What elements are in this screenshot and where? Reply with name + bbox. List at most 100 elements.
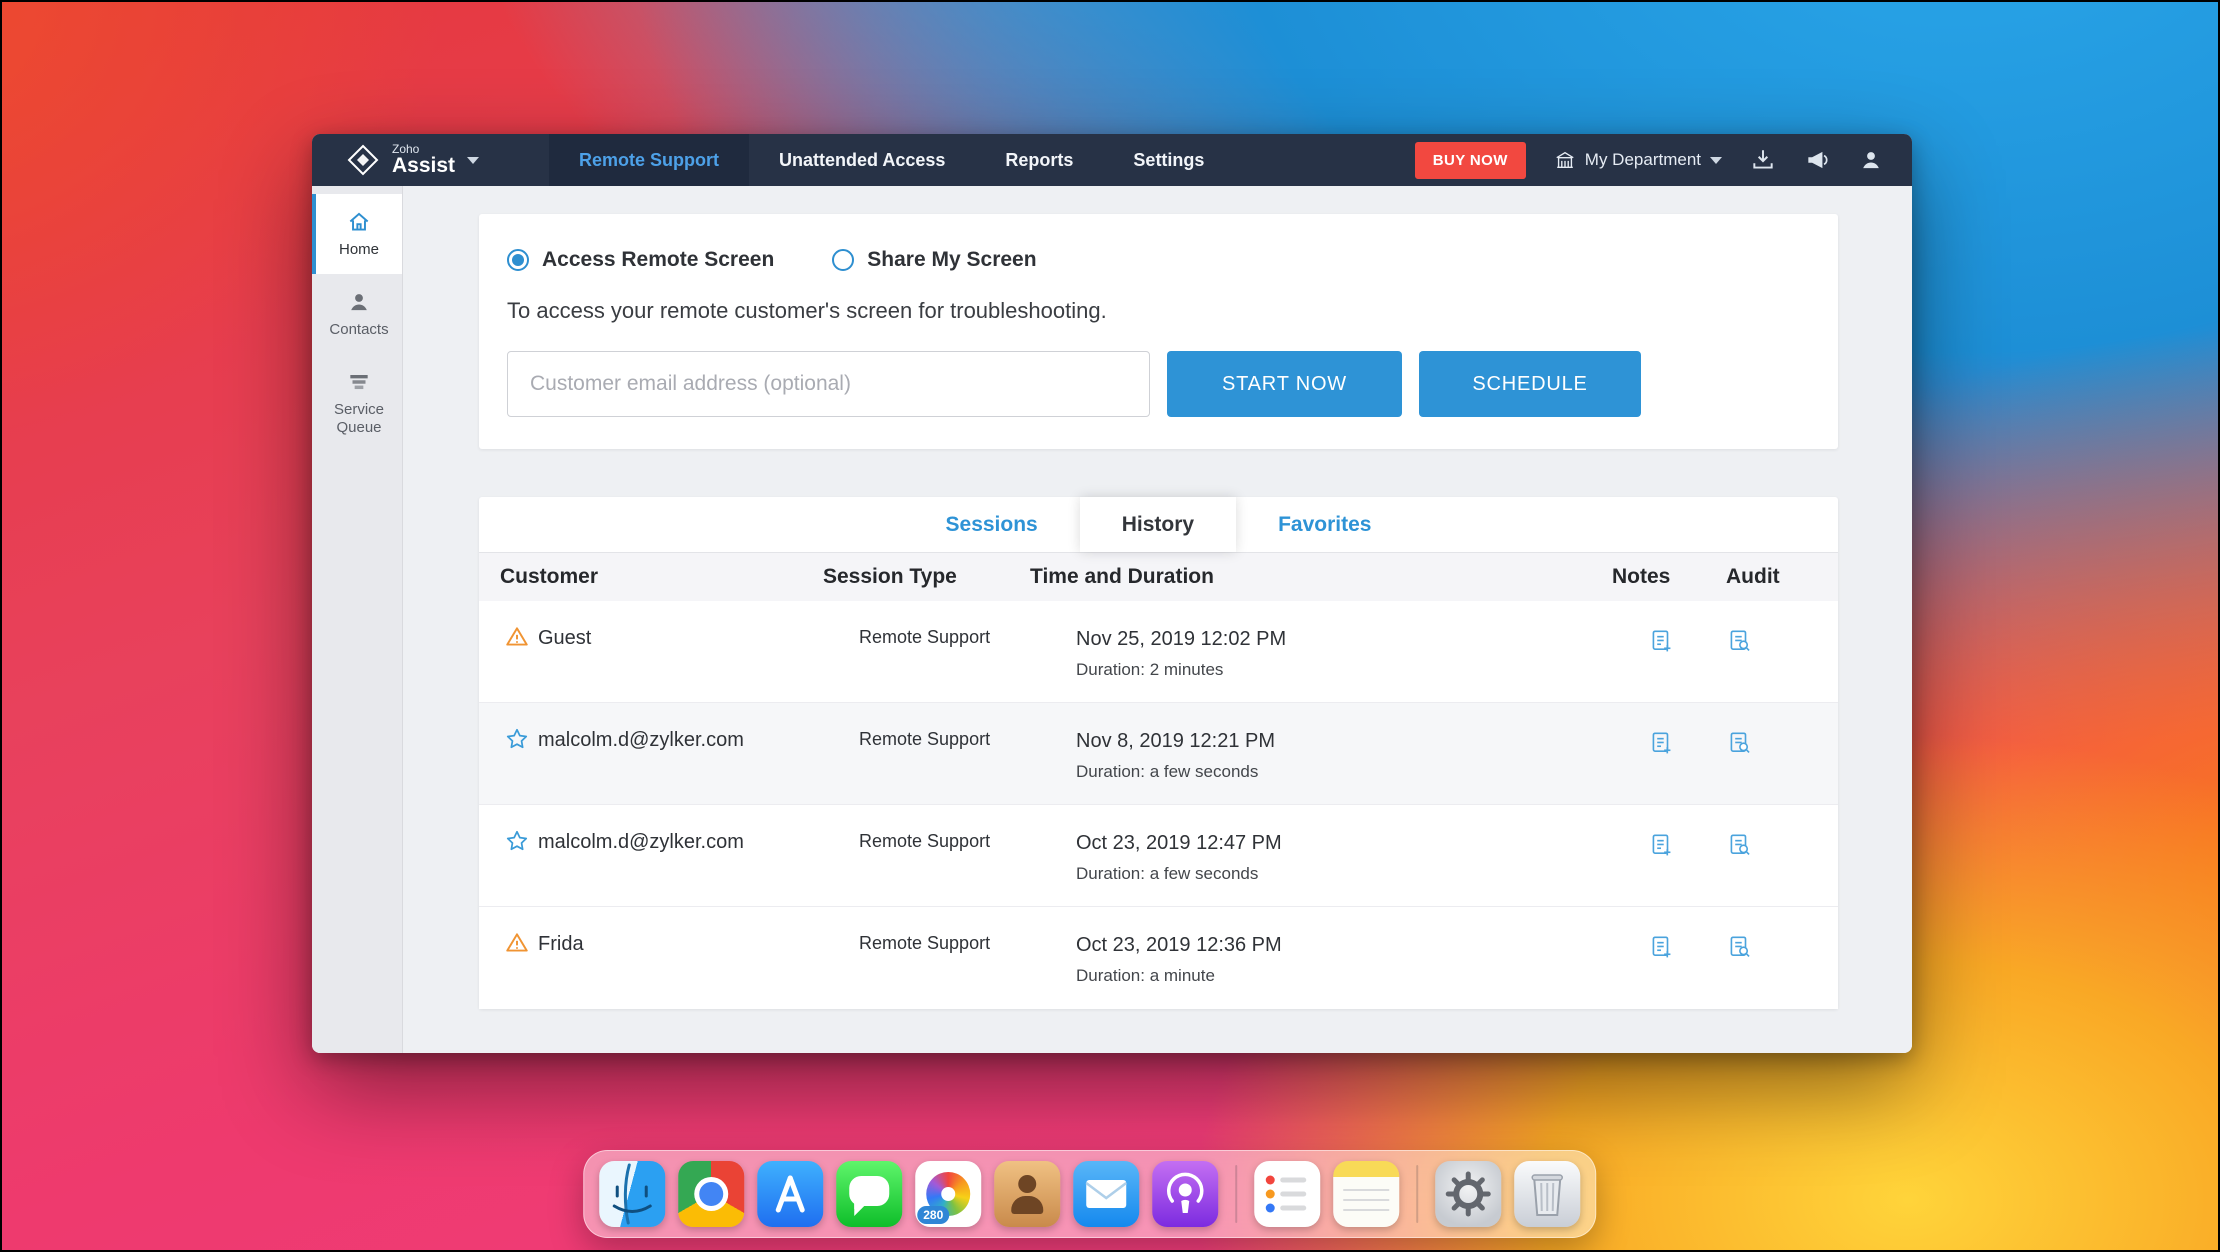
dock-icon-finder[interactable] [599, 1161, 666, 1227]
session-description: To access your remote customer's screen … [507, 298, 1107, 323]
favorite-star-icon[interactable] [504, 828, 530, 854]
dock-icon-photos[interactable]: 280 [915, 1161, 982, 1227]
time-cell: Oct 23, 2019 12:47 PM Duration: a few se… [1030, 805, 1612, 906]
dock-icon-reminders[interactable] [1254, 1161, 1321, 1227]
nav-tab-remote-support[interactable]: Remote Support [549, 134, 750, 186]
start-now-button[interactable]: START NOW [1167, 351, 1402, 417]
audit-log-icon[interactable] [1726, 934, 1752, 960]
session-duration: Duration: 2 minutes [1076, 660, 1224, 679]
dock-separator [1235, 1165, 1238, 1223]
notes-cell [1612, 601, 1726, 702]
dock-icon-system-preferences[interactable] [1435, 1161, 1502, 1227]
sidebar-item-label: Contacts [329, 320, 389, 338]
dock-icon-trash[interactable] [1514, 1161, 1581, 1227]
sessions-history-panel: Sessions History Favorites Customer Sess… [479, 497, 1838, 1009]
trash-basket-icon [1531, 1174, 1563, 1216]
brand-menu[interactable]: Zoho Assist [312, 134, 549, 186]
dock-icon-app-store[interactable] [757, 1161, 824, 1227]
building-icon [1554, 149, 1576, 171]
notes-cell [1612, 805, 1726, 906]
dock: 280 [583, 1150, 1597, 1238]
col-header-audit: Audit [1726, 565, 1780, 588]
dock-icon-mail[interactable] [1073, 1161, 1140, 1227]
col-header-session-type: Session Type [823, 565, 957, 588]
radio-unselected-icon[interactable] [832, 249, 855, 271]
table-row[interactable]: Guest Remote Support Nov 25, 2019 12:02 … [479, 601, 1838, 703]
dock-separator [1416, 1165, 1419, 1223]
megaphone-icon[interactable] [1804, 147, 1830, 173]
session-type-cell: Remote Support [859, 729, 991, 749]
audit-cell [1726, 907, 1838, 1009]
podcasts-glyph-icon [1167, 1172, 1204, 1213]
col-header-time: Time and Duration [1030, 565, 1214, 588]
nav-tab-settings[interactable]: Settings [1103, 134, 1234, 186]
col-header-notes: Notes [1612, 565, 1671, 588]
audit-log-icon[interactable] [1726, 628, 1752, 654]
service-queue-icon [346, 369, 372, 395]
radio-selected-icon[interactable] [507, 249, 529, 271]
add-note-icon[interactable] [1648, 730, 1674, 756]
audit-cell [1726, 601, 1838, 702]
sidebar-item-service-queue[interactable]: Service Queue [312, 354, 402, 453]
nav-tab-unattended-access[interactable]: Unattended Access [749, 134, 975, 186]
session-type-cell: Remote Support [859, 933, 991, 953]
radio-access-remote-screen[interactable]: Access Remote Screen [507, 248, 774, 272]
app-navbar: Zoho Assist Remote Support Unattended Ac… [312, 134, 1912, 186]
session-time: Oct 23, 2019 12:47 PM [1076, 832, 1282, 854]
time-cell: Nov 25, 2019 12:02 PM Duration: 2 minute… [1030, 601, 1612, 702]
sidebar-item-contacts[interactable]: Contacts [312, 274, 402, 354]
sidebar-item-home[interactable]: Home [312, 194, 402, 274]
audit-log-icon[interactable] [1726, 730, 1752, 756]
dock-icon-podcasts[interactable] [1152, 1161, 1219, 1227]
department-selector[interactable]: My Department [1554, 149, 1722, 171]
table-row[interactable]: Frida Remote Support Oct 23, 2019 12:36 … [479, 907, 1838, 1009]
buy-now-button[interactable]: BUY NOW [1414, 141, 1526, 179]
chevron-down-icon [467, 156, 480, 164]
add-note-icon[interactable] [1648, 628, 1674, 654]
radio-label: Access Remote Screen [542, 248, 775, 271]
session-action-row: START NOW SCHEDULE [507, 351, 1810, 417]
session-start-panel: Access Remote Screen Share My Screen To … [479, 214, 1838, 449]
sidebar: Home Contacts Service Queue [312, 186, 403, 1053]
download-icon[interactable] [1750, 147, 1776, 173]
history-tabs: Sessions History Favorites [479, 497, 1838, 553]
navbar-right-cluster: BUY NOW My Department [1414, 134, 1912, 186]
main-content: Access Remote Screen Share My Screen To … [403, 186, 1912, 1053]
contacts-icon [346, 289, 372, 315]
tab-sessions[interactable]: Sessions [904, 497, 1080, 552]
customer-cell: malcolm.d@zylker.com [500, 805, 823, 906]
notes-cell [1612, 907, 1726, 1009]
brand-text: Zoho Assist [392, 143, 455, 178]
customer-email-input[interactable] [507, 351, 1150, 417]
time-cell: Nov 8, 2019 12:21 PM Duration: a few sec… [1030, 703, 1612, 804]
favorite-star-icon[interactable] [504, 726, 530, 752]
gear-icon [1445, 1171, 1491, 1217]
customer-cell: Guest [500, 601, 823, 702]
tab-history[interactable]: History [1079, 497, 1237, 552]
customer-cell: Frida [500, 907, 823, 1009]
customer-name: malcolm.d@zylker.com [538, 729, 744, 751]
dock-icon-chrome[interactable] [678, 1161, 745, 1227]
dock-icon-messages[interactable] [836, 1161, 903, 1227]
desktop-wallpaper: Zoho Assist Remote Support Unattended Ac… [0, 0, 2220, 1252]
tab-favorites[interactable]: Favorites [1236, 497, 1413, 552]
add-note-icon[interactable] [1648, 934, 1674, 960]
warning-icon [504, 624, 530, 650]
table-row[interactable]: malcolm.d@zylker.com Remote Support Nov … [479, 703, 1838, 805]
reminders-rows-icon [1265, 1175, 1307, 1213]
home-icon [346, 209, 372, 235]
customer-name: malcolm.d@zylker.com [538, 831, 744, 853]
schedule-button[interactable]: SCHEDULE [1419, 351, 1641, 417]
session-mode-options: Access Remote Screen Share My Screen [507, 248, 1810, 272]
customer-cell: malcolm.d@zylker.com [500, 703, 823, 804]
add-note-icon[interactable] [1648, 832, 1674, 858]
table-row[interactable]: malcolm.d@zylker.com Remote Support Oct … [479, 805, 1838, 907]
sidebar-item-label: Service Queue [333, 400, 385, 437]
dock-icon-contacts[interactable] [994, 1161, 1061, 1227]
radio-share-my-screen[interactable]: Share My Screen [832, 248, 1037, 272]
audit-cell [1726, 703, 1838, 804]
user-profile-icon[interactable] [1858, 147, 1884, 173]
audit-log-icon[interactable] [1726, 832, 1752, 858]
nav-tab-reports[interactable]: Reports [975, 134, 1103, 186]
dock-icon-notes[interactable] [1333, 1161, 1400, 1227]
